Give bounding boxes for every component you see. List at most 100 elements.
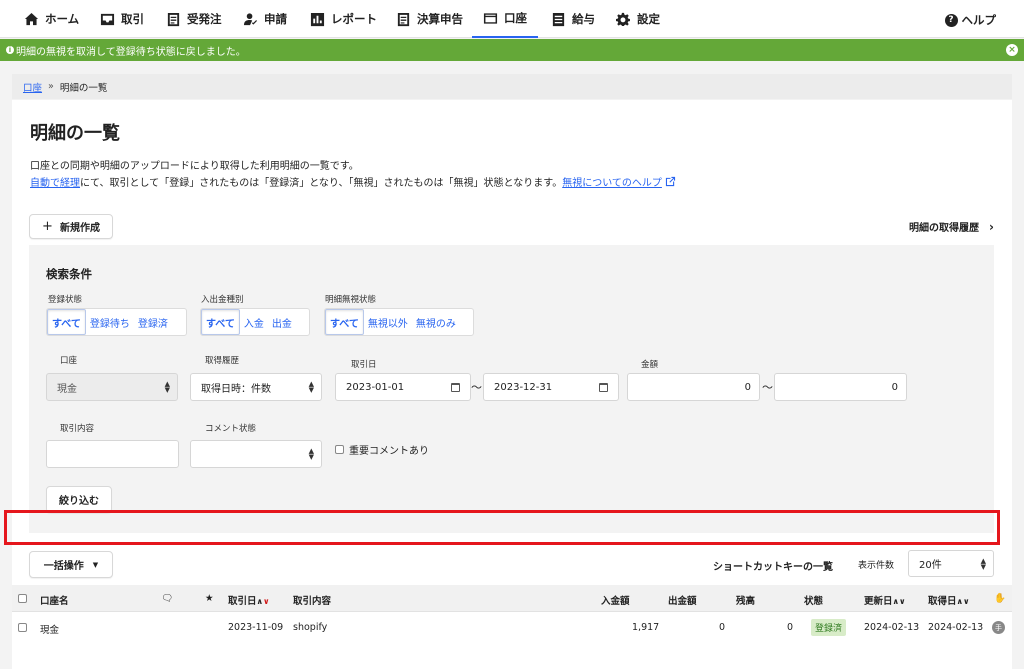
user-check-icon	[243, 12, 258, 25]
document-icon	[397, 12, 410, 26]
ignore-status-all[interactable]: すべて	[325, 309, 364, 335]
reg-status-pending[interactable]: 登録待ち	[86, 309, 134, 335]
header-updated-sort[interactable]: 更新日∧∨	[864, 593, 906, 607]
per-page-label: 表示件数	[858, 561, 895, 571]
date-to-input[interactable]: 2023-12-31	[483, 373, 619, 401]
search-title: 検索条件	[46, 267, 92, 281]
reg-status-all[interactable]: すべて	[47, 309, 86, 335]
header-fetched: 取得日	[928, 596, 957, 607]
select-all-checkbox[interactable]	[18, 594, 27, 603]
bulk-action-button[interactable]: 一括操作 ▼	[29, 551, 113, 578]
nav-settings[interactable]: 設定	[616, 0, 660, 38]
caret-down-icon: ▼	[92, 560, 99, 569]
nav-closing[interactable]: 決算申告	[396, 0, 463, 38]
reg-status-toggle: すべて 登録待ち 登録済	[46, 308, 187, 336]
io-type-deposit[interactable]: 入金	[240, 309, 268, 335]
cell-content: shopify	[293, 622, 328, 633]
breadcrumb: 口座 » 明細の一覧	[12, 74, 1012, 99]
header-date: 取引日	[228, 596, 257, 607]
header-content: 取引内容	[293, 596, 332, 607]
filter-button-label: 絞り込む	[59, 496, 99, 507]
header-balance: 残高	[736, 596, 756, 607]
list-icon	[552, 12, 565, 26]
nav-transactions[interactable]: 取引	[100, 0, 144, 38]
amount-range-tilde: 〜	[762, 381, 773, 394]
cell-updated: 2024-02-13	[864, 622, 920, 633]
fetch-history-link[interactable]: 明細の取得履歴 ›	[909, 219, 994, 235]
header-date-sort[interactable]: 取引日∧∨	[228, 593, 270, 607]
nav-orders[interactable]: 受発注	[166, 0, 222, 38]
calendar-icon	[599, 383, 608, 392]
nav-orders-label: 受発注	[187, 12, 222, 26]
fetch-history-label: 明細の取得履歴	[909, 223, 980, 234]
checkbox-icon[interactable]	[335, 445, 344, 454]
top-nav: ホーム 取引 受発注 申請 レポート 決算申告 口座 給与 設定 ? ヘルプ	[0, 0, 1024, 38]
table-row[interactable]: 現金 2023-11-09 shopify 1,917 0 0 登録済 2024…	[12, 612, 1012, 642]
nav-requests[interactable]: 申請	[243, 0, 287, 38]
description-text: にて、取引として「登録」されたものは「登録済」となり、「無視」されたものは「無視…	[80, 178, 563, 189]
main-content: 明細の一覧 口座との同期や明細のアップロードにより取得した利用明細の一覧です。 …	[12, 100, 1012, 669]
account-select[interactable]: 現金 ▲ ▼	[46, 373, 178, 401]
hand-icon: ✋	[994, 593, 1006, 604]
chevron-right-icon: ›	[989, 219, 994, 234]
header-account: 口座名	[40, 596, 69, 607]
page-title: 明細の一覧	[30, 123, 120, 144]
shortcut-keys-link[interactable]: ショートカットキーの一覧	[713, 558, 833, 573]
fetch-history-select[interactable]: 取得日時：件数 ▲ ▼	[190, 373, 322, 401]
new-button[interactable]: + 新規作成	[29, 214, 113, 239]
content-input[interactable]	[46, 440, 179, 468]
amount-from-input[interactable]: 0	[627, 373, 760, 401]
breadcrumb-accounts-link[interactable]: 口座	[23, 80, 42, 94]
per-page-select[interactable]: 20件 ▲ ▼	[908, 550, 994, 577]
auto-accounting-link[interactable]: 自動で経理	[30, 174, 80, 189]
nav-home-label: ホーム	[45, 12, 80, 26]
card-icon	[483, 12, 498, 24]
nav-help[interactable]: ? ヘルプ	[944, 0, 996, 40]
amount-to-value: 0	[891, 381, 898, 393]
select-arrow-icon: ▲ ▼	[308, 380, 314, 394]
filter-button[interactable]: 絞り込む	[46, 486, 112, 513]
header-withdraw: 出金額	[668, 596, 697, 607]
nav-home[interactable]: ホーム	[24, 0, 79, 38]
amount-from-value: 0	[744, 381, 751, 393]
comment-icon[interactable]: 🗨	[161, 593, 173, 604]
comment-status-select[interactable]: ▲ ▼	[190, 440, 322, 468]
document-icon	[167, 12, 180, 26]
io-type-label: 入出金種別	[201, 295, 244, 305]
nav-reports-label: レポート	[331, 12, 377, 26]
ignore-status-not-ignored[interactable]: 無視以外	[364, 309, 412, 335]
date-range-tilde: 〜	[471, 381, 482, 394]
important-comment-checkbox[interactable]: 重要コメントあり	[335, 442, 429, 457]
amount-label: 金額	[641, 360, 659, 370]
ignore-status-label: 明細無視状態	[325, 295, 377, 305]
external-link-icon[interactable]	[665, 176, 676, 187]
ignore-status-ignored[interactable]: 無視のみ	[412, 309, 460, 335]
close-icon[interactable]: ×	[1006, 44, 1018, 56]
cell-deposit: 1,917	[632, 622, 660, 633]
header-status: 状態	[804, 596, 824, 607]
io-type-withdraw[interactable]: 出金	[268, 309, 296, 335]
nav-reports[interactable]: レポート	[310, 0, 377, 38]
header-fetched-sort[interactable]: 取得日∧∨	[928, 593, 970, 607]
nav-accounts-label: 口座	[504, 11, 527, 25]
page-description: 口座との同期や明細のアップロードにより取得した利用明細の一覧です。	[30, 161, 359, 172]
date-to-value: 2023-12-31	[494, 381, 553, 393]
status-badge: 登録済	[811, 619, 847, 636]
ignore-help-link[interactable]: 無視についてのヘルプ	[562, 174, 662, 189]
sort-up-icon: ∧∨	[892, 597, 906, 606]
cell-date: 2023-11-09	[228, 622, 284, 633]
content-label: 取引内容	[60, 424, 95, 434]
io-type-all[interactable]: すべて	[201, 309, 240, 335]
select-arrow-icon: ▲ ▼	[308, 447, 314, 461]
reg-status-done[interactable]: 登録済	[134, 309, 172, 335]
nav-payroll[interactable]: 給与	[551, 0, 595, 38]
star-icon[interactable]: ★	[205, 593, 214, 604]
nav-accounts[interactable]: 口座	[472, 0, 538, 38]
highlight-box	[4, 510, 1000, 545]
header-updated: 更新日	[864, 596, 893, 607]
amount-to-input[interactable]: 0	[774, 373, 907, 401]
cell-fetched: 2024-02-13	[928, 622, 984, 633]
nav-settings-label: 設定	[637, 12, 660, 26]
date-from-input[interactable]: 2023-01-01	[335, 373, 471, 401]
row-checkbox[interactable]	[18, 623, 27, 632]
